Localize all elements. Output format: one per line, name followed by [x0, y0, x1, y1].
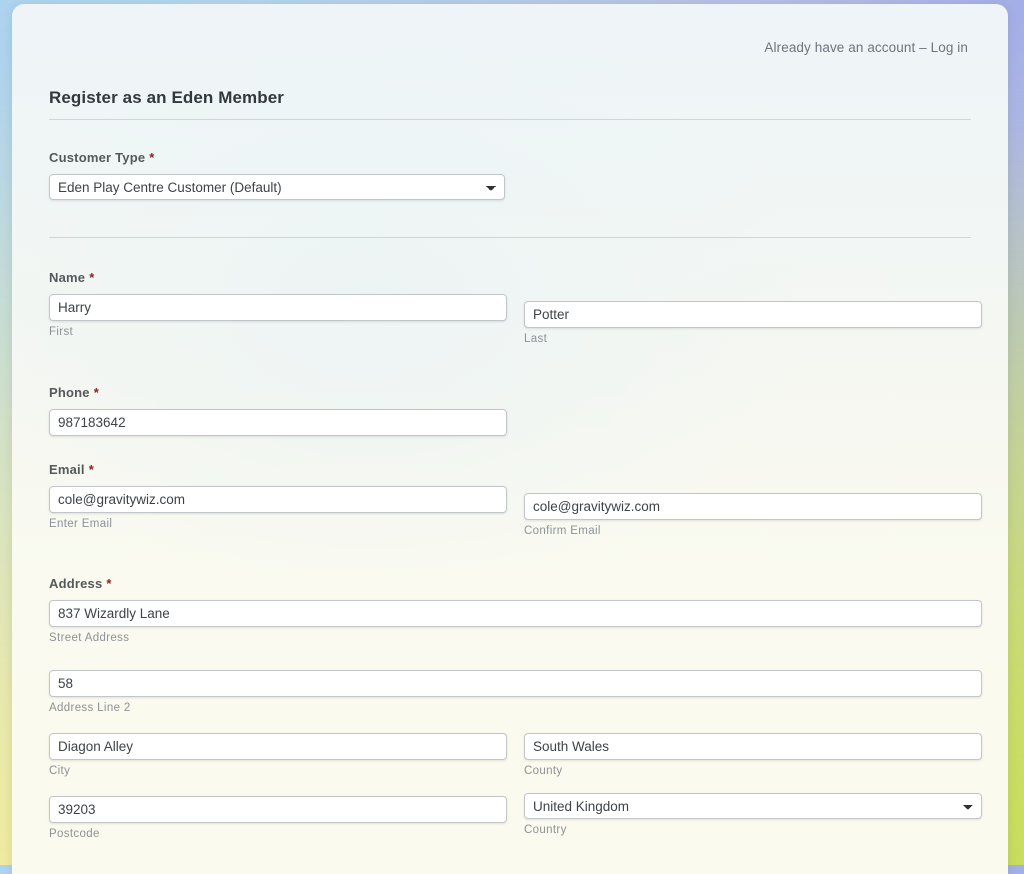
phone-label-text: Phone	[49, 385, 90, 400]
page-title: Register as an Eden Member	[49, 88, 285, 107]
registration-card: Already have an account – Log in Registe…	[12, 4, 1008, 874]
email-sublabel: Enter Email	[49, 518, 113, 530]
postcode-input[interactable]	[49, 796, 507, 823]
country-sublabel: Country	[524, 824, 567, 836]
email-input[interactable]	[49, 486, 507, 513]
field-address: Address* Street Address	[49, 576, 982, 644]
field-county: County	[524, 733, 982, 777]
address-label-text: Address	[49, 576, 103, 591]
city-sublabel: City	[49, 765, 71, 777]
form-container: Already have an account – Log in Registe…	[38, 4, 982, 874]
street-address-sublabel: Street Address	[49, 632, 130, 644]
country-select[interactable]: United Kingdom	[524, 793, 982, 819]
first-name-sublabel: First	[49, 326, 74, 338]
field-phone: Phone *	[49, 385, 507, 436]
confirm-email-sublabel: Confirm Email	[524, 525, 601, 537]
log-in-link[interactable]: Already have an account – Log in	[764, 40, 968, 55]
email-label: Email *	[49, 462, 507, 477]
field-address-line-2: Address Line 2	[49, 670, 982, 714]
address-label: Address *	[49, 576, 982, 591]
first-name-input[interactable]	[49, 294, 507, 321]
field-country: United Kingdom Country	[524, 793, 982, 836]
street-address-input[interactable]	[49, 600, 982, 627]
field-confirm-email: Confirm Email	[524, 493, 982, 537]
confirm-email-input[interactable]	[524, 493, 982, 520]
customer-type-label-text: Customer Type	[49, 150, 146, 165]
required-marker: *	[88, 462, 94, 477]
field-name: Name* First	[49, 270, 507, 338]
required-marker: *	[89, 270, 95, 285]
customer-type-label: Customer Type *	[49, 150, 507, 165]
email-label-text: Email	[49, 462, 85, 477]
field-customer-type: Customer Type * Eden Play Centre Customer…	[49, 150, 507, 200]
name-label: Name *	[49, 270, 507, 285]
login-prompt: Already have an account – Log in	[764, 40, 968, 55]
required-marker: *	[106, 576, 112, 591]
customer-type-select[interactable]: Eden Play Centre Customer (Default)	[49, 174, 505, 200]
required-marker: *	[149, 150, 155, 165]
name-label-text: Name	[49, 270, 86, 285]
city-input[interactable]	[49, 733, 507, 760]
last-name-input[interactable]	[524, 301, 982, 328]
field-email: Email* Enter Email	[49, 462, 507, 530]
postcode-sublabel: Postcode	[49, 828, 100, 840]
county-input[interactable]	[524, 733, 982, 760]
address-line-2-sublabel: Address Line 2	[49, 702, 131, 714]
phone-input[interactable]	[49, 409, 507, 436]
field-postcode: Postcode	[49, 796, 507, 840]
phone-label: Phone *	[49, 385, 507, 400]
field-last-name: Last	[524, 301, 982, 345]
county-sublabel: County	[524, 765, 563, 777]
last-name-sublabel: Last	[524, 333, 548, 345]
required-marker: *	[93, 385, 99, 400]
title-divider	[49, 119, 971, 120]
field-city: City	[49, 733, 507, 777]
address-line-2-input[interactable]	[49, 670, 982, 697]
section-divider	[49, 237, 971, 238]
